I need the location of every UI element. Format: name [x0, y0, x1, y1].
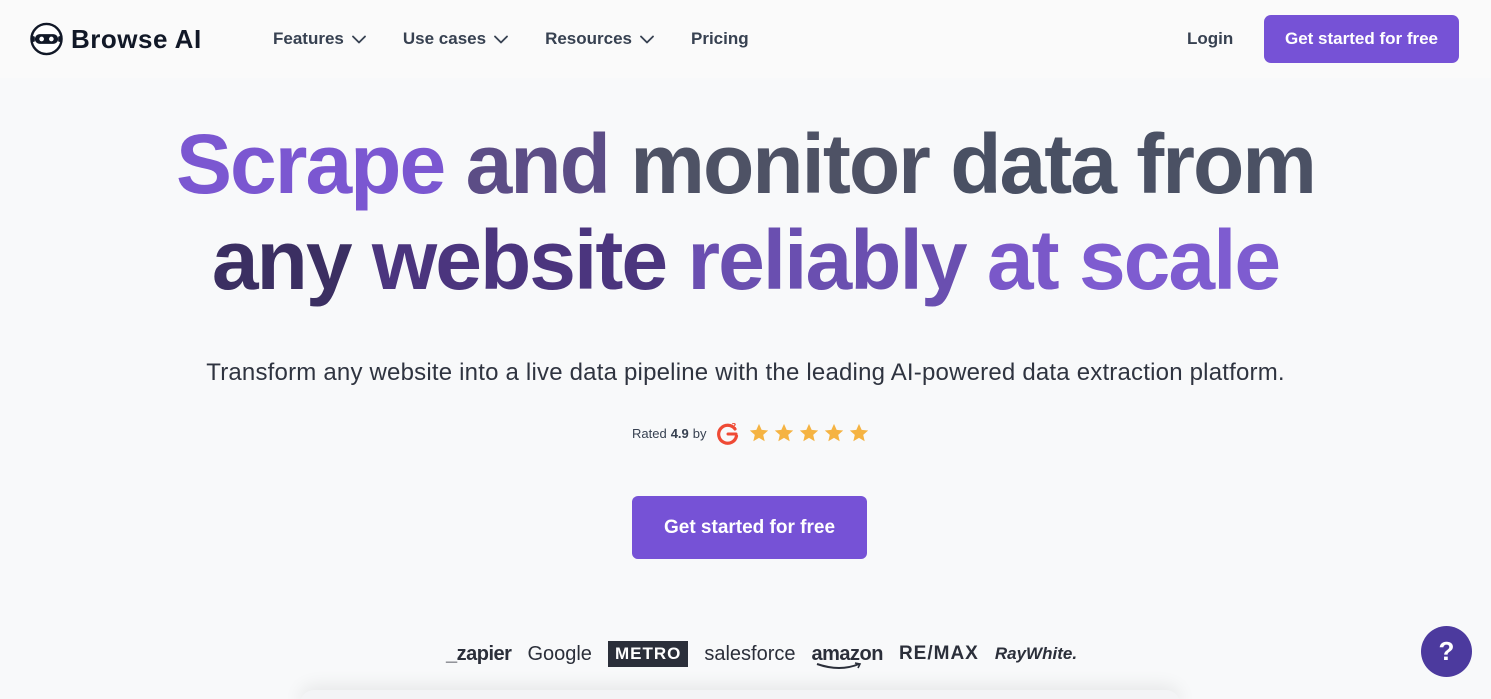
hero-word: Scrape [176, 117, 446, 211]
remax-logo: RE/MAX [898, 643, 979, 664]
main-nav: Features Use cases Resources Pricing [273, 27, 749, 51]
hero-title-line-2: any website reliably at scale [0, 212, 1491, 308]
star-icon [799, 423, 818, 442]
nav-use-cases[interactable]: Use cases [403, 27, 508, 51]
hero-word: from [1136, 117, 1317, 211]
nav-pricing-label: Pricing [691, 29, 749, 48]
chevron-down-icon [351, 35, 366, 43]
nav-resources-label: Resources [545, 29, 632, 48]
help-button[interactable]: ? [1421, 626, 1472, 677]
nav-pricing[interactable]: Pricing [691, 27, 749, 51]
rating-prefix: Rated [632, 425, 667, 441]
g2-icon: 2 [716, 422, 738, 445]
hero-word: any [211, 213, 353, 307]
salesforce-logo: salesforce [704, 642, 796, 665]
site-header: Browse AI Features Use cases Resources P… [0, 0, 1491, 78]
rating-suffix: by [692, 425, 707, 441]
amazon-logo: amazon [811, 643, 883, 669]
nav-use-cases-label: Use cases [402, 29, 487, 48]
star-icon [849, 423, 868, 442]
logo-text: Browse AI [71, 23, 202, 54]
login-link[interactable]: Login [1187, 29, 1233, 49]
nav-resources[interactable]: Resources [545, 27, 654, 51]
rating-score: 4.9 [670, 425, 689, 441]
nav-features[interactable]: Features [273, 27, 366, 51]
nav-features-label: Features [273, 29, 344, 48]
hero-word: website [371, 213, 668, 307]
page: Browse AI Features Use cases Resources P… [0, 0, 1491, 699]
g2-rating: Rated 4.9 by 2 [632, 420, 870, 446]
help-button-label: ? [1438, 636, 1455, 666]
hero-title-line-1: Scrape and monitor data from [0, 116, 1491, 212]
robot-logo-icon [30, 22, 63, 56]
amazon-smile-icon [817, 661, 862, 669]
raywhite-logo: RayWhite. [994, 644, 1078, 663]
hero-subtitle: Transform any website into a live data p… [206, 359, 1285, 386]
svg-text:2: 2 [731, 422, 736, 430]
header-get-started-button[interactable]: Get started for free [1264, 15, 1459, 63]
hero-word: at [986, 213, 1060, 307]
chevron-down-icon [494, 35, 508, 43]
star-icon [824, 423, 843, 442]
zapier-logo: _zapier [446, 642, 512, 665]
hero-get-started-button[interactable]: Get started for free [632, 496, 867, 559]
brand-logo[interactable]: Browse AI [30, 22, 202, 56]
chevron-down-icon [640, 35, 654, 43]
star-icon [774, 423, 793, 442]
metro-logo: METRO [607, 641, 689, 667]
rating-stars [748, 422, 870, 444]
hero-word: and [465, 117, 611, 211]
hero-word: monitor [630, 117, 931, 211]
customer-logos: _zapier Google METRO salesforce amazon R… [446, 640, 1078, 669]
hero-title: Scrape and monitor data from any website… [0, 116, 1491, 308]
preview-card-edge [300, 690, 1180, 699]
google-logo: Google [527, 642, 592, 665]
hero-word: reliably [687, 213, 967, 307]
star-icon [749, 423, 768, 442]
hero-word: scale [1078, 213, 1281, 307]
hero-word: data [950, 117, 1117, 211]
